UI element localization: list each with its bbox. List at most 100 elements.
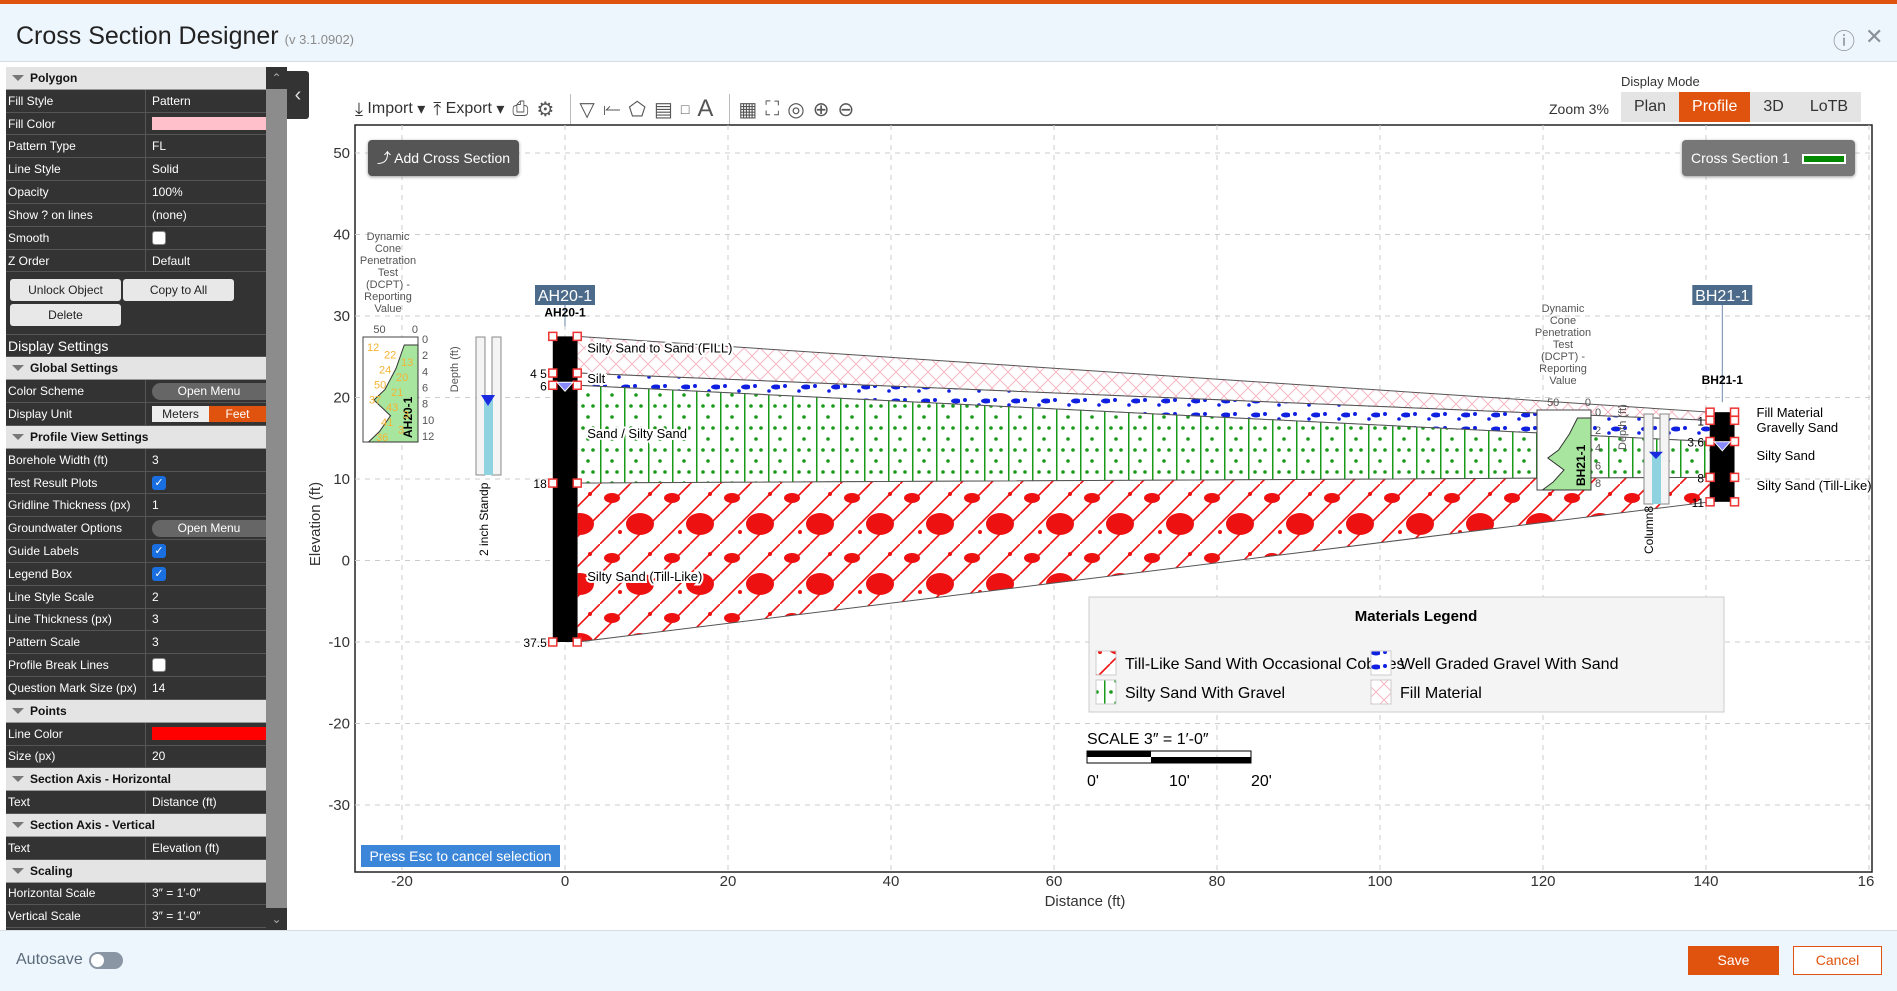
scale-tick: 10' bbox=[1169, 773, 1190, 790]
legend-item-label: Silty Sand With Gravel bbox=[1125, 685, 1285, 702]
layer-label: Silty Sand (Till-Like) bbox=[587, 569, 702, 584]
vertex-handle bbox=[572, 368, 582, 378]
borehole-tag-label: BH21-1 bbox=[1695, 288, 1749, 305]
legend-item-label: Till-Like Sand With Occasional Cobbles bbox=[1125, 656, 1405, 673]
standpipe-depth-label: Depth (ft) bbox=[1617, 404, 1629, 450]
vertex-handle bbox=[548, 368, 558, 378]
dcpt-depth-tick: 6 bbox=[422, 382, 428, 394]
depth-label: 3.6 bbox=[1687, 436, 1704, 450]
standpipe-water bbox=[484, 399, 493, 475]
dcpt-value: 12 bbox=[367, 342, 379, 354]
layer-label: Sand / Silty Sand bbox=[587, 426, 687, 441]
vertex-handle bbox=[1705, 472, 1715, 483]
depth-label: 37.5 bbox=[523, 636, 547, 650]
x-tick-label: 120 bbox=[1530, 873, 1555, 890]
y-tick-label: -10 bbox=[328, 634, 350, 651]
x-tick-label: 60 bbox=[1046, 873, 1063, 890]
dcpt-value: 20 bbox=[396, 372, 408, 384]
layer-label: Silty Sand to Sand (FILL) bbox=[587, 341, 732, 356]
y-tick-label: -30 bbox=[328, 797, 350, 814]
layer-label: Fill Material bbox=[1757, 405, 1824, 420]
vertex-handle bbox=[548, 478, 558, 488]
y-tick-label: 20 bbox=[333, 390, 350, 407]
scale-bar-segment bbox=[1151, 757, 1215, 763]
x-tick-label: 0 bbox=[561, 873, 569, 890]
cross-section-1-button[interactable]: Cross Section 1 bbox=[1682, 140, 1855, 176]
dcpt-value: 22 bbox=[384, 350, 396, 362]
borehole-column bbox=[1710, 412, 1735, 502]
scale-label: SCALE 3″ = 1′-0″ bbox=[1087, 731, 1209, 748]
dcpt-axis-label: 50 bbox=[1547, 397, 1559, 409]
legend-swatch-fill bbox=[1370, 679, 1392, 705]
y-tick-label: 30 bbox=[333, 308, 350, 325]
vertex-handle bbox=[1705, 497, 1715, 507]
vertex-handle bbox=[572, 331, 582, 342]
layer-label: Gravelly Sand bbox=[1757, 420, 1839, 435]
dcpt-depth-tick: 10 bbox=[422, 415, 434, 427]
toggle-switch[interactable] bbox=[88, 951, 123, 969]
depth-label: 1 bbox=[1697, 414, 1704, 428]
dcpt-value: 3 bbox=[398, 425, 404, 437]
dcpt-depth-tick: 2 bbox=[422, 350, 428, 362]
legend-swatch-gravel bbox=[1370, 650, 1392, 676]
standpipe-casing bbox=[475, 336, 486, 476]
legend-swatch-till bbox=[1095, 650, 1117, 676]
y-axis-label: Elevation (ft) bbox=[307, 482, 324, 566]
autosave-toggle[interactable]: Autosave bbox=[16, 951, 123, 969]
scale-bar-segment bbox=[1215, 757, 1251, 763]
vertex-handle bbox=[1729, 407, 1740, 417]
y-tick-label: 10 bbox=[333, 471, 350, 488]
x-tick-label: 80 bbox=[1209, 873, 1226, 890]
cross-section-designer-window: Cross Section Designer (v 3.1.0902) ⓘ ✕ P… bbox=[0, 0, 1897, 991]
standpipe-casing bbox=[1643, 413, 1654, 505]
legend-item-label: Fill Material bbox=[1400, 685, 1482, 702]
add-cross-section-button[interactable]: ⤴ Add Cross Section bbox=[368, 140, 520, 176]
legend-item-label: Well Graded Gravel With Sand bbox=[1400, 656, 1618, 673]
dcpt-value: 37 bbox=[369, 395, 381, 407]
y-tick-label: 0 bbox=[342, 553, 350, 570]
dcpt-value: 13 bbox=[401, 357, 413, 369]
vertex-handle bbox=[1729, 436, 1740, 447]
scale-tick: 20' bbox=[1251, 773, 1272, 790]
standpipe-casing bbox=[491, 336, 502, 476]
cross-section-color-swatch bbox=[1801, 154, 1846, 165]
dcpt-depth-tick: 0 bbox=[422, 334, 428, 346]
vertex-handle bbox=[1705, 407, 1715, 417]
legend-swatch-sand bbox=[1095, 679, 1117, 705]
vertex-handle bbox=[1729, 497, 1740, 507]
depth-label: 6 bbox=[540, 379, 547, 393]
dcpt-depth-tick: 4 bbox=[422, 366, 428, 378]
footer: Autosave Save Cancel bbox=[0, 930, 1897, 991]
dcpt-depth-tick: 12 bbox=[422, 431, 434, 443]
dcpt-depth-tick: 8 bbox=[422, 399, 428, 411]
dcpt-value: 43 bbox=[386, 402, 398, 414]
dcpt-value: 36 bbox=[376, 432, 388, 444]
vertex-handle bbox=[1705, 415, 1715, 426]
vertex-handle bbox=[548, 380, 558, 391]
cross-section-canvas[interactable]: AH20-1AH20-14 561837.5Silty Sand to Sand… bbox=[0, 4, 1897, 930]
depth-label: 11 bbox=[1692, 496, 1705, 510]
vertex-handle bbox=[1729, 472, 1740, 483]
esc-hint: Press Esc to cancel selection bbox=[361, 845, 560, 867]
standpipe-water bbox=[1652, 454, 1661, 504]
dcpt-axis-label: 50 bbox=[373, 324, 385, 336]
dcpt-axis-label: 0 bbox=[412, 324, 418, 336]
dcpt-depth-tick: 8 bbox=[1595, 478, 1601, 490]
vertex-handle bbox=[548, 637, 558, 647]
borehole-tag-label: AH20-1 bbox=[538, 288, 592, 305]
dcpt-value: 3 bbox=[403, 410, 409, 422]
depth-label: 18 bbox=[533, 477, 547, 491]
dcpt-value: 41 bbox=[381, 417, 393, 429]
save-button[interactable]: Save bbox=[1688, 946, 1779, 975]
dcpt-value: 21 bbox=[391, 387, 403, 399]
depth-label: 8 bbox=[1697, 471, 1704, 485]
dcpt-axis-label: 0 bbox=[1585, 397, 1591, 409]
cancel-button[interactable]: Cancel bbox=[1793, 946, 1882, 975]
vertex-handle bbox=[572, 380, 582, 391]
layer-label: Silty Sand bbox=[1757, 448, 1816, 463]
borehole-name: AH20-1 bbox=[544, 305, 586, 319]
borehole-name: BH21-1 bbox=[1702, 373, 1744, 387]
standpipe-depth-label: Depth (ft) bbox=[449, 346, 461, 392]
dcpt-value: 24 bbox=[379, 365, 391, 377]
scale-tick: 0' bbox=[1087, 773, 1099, 790]
